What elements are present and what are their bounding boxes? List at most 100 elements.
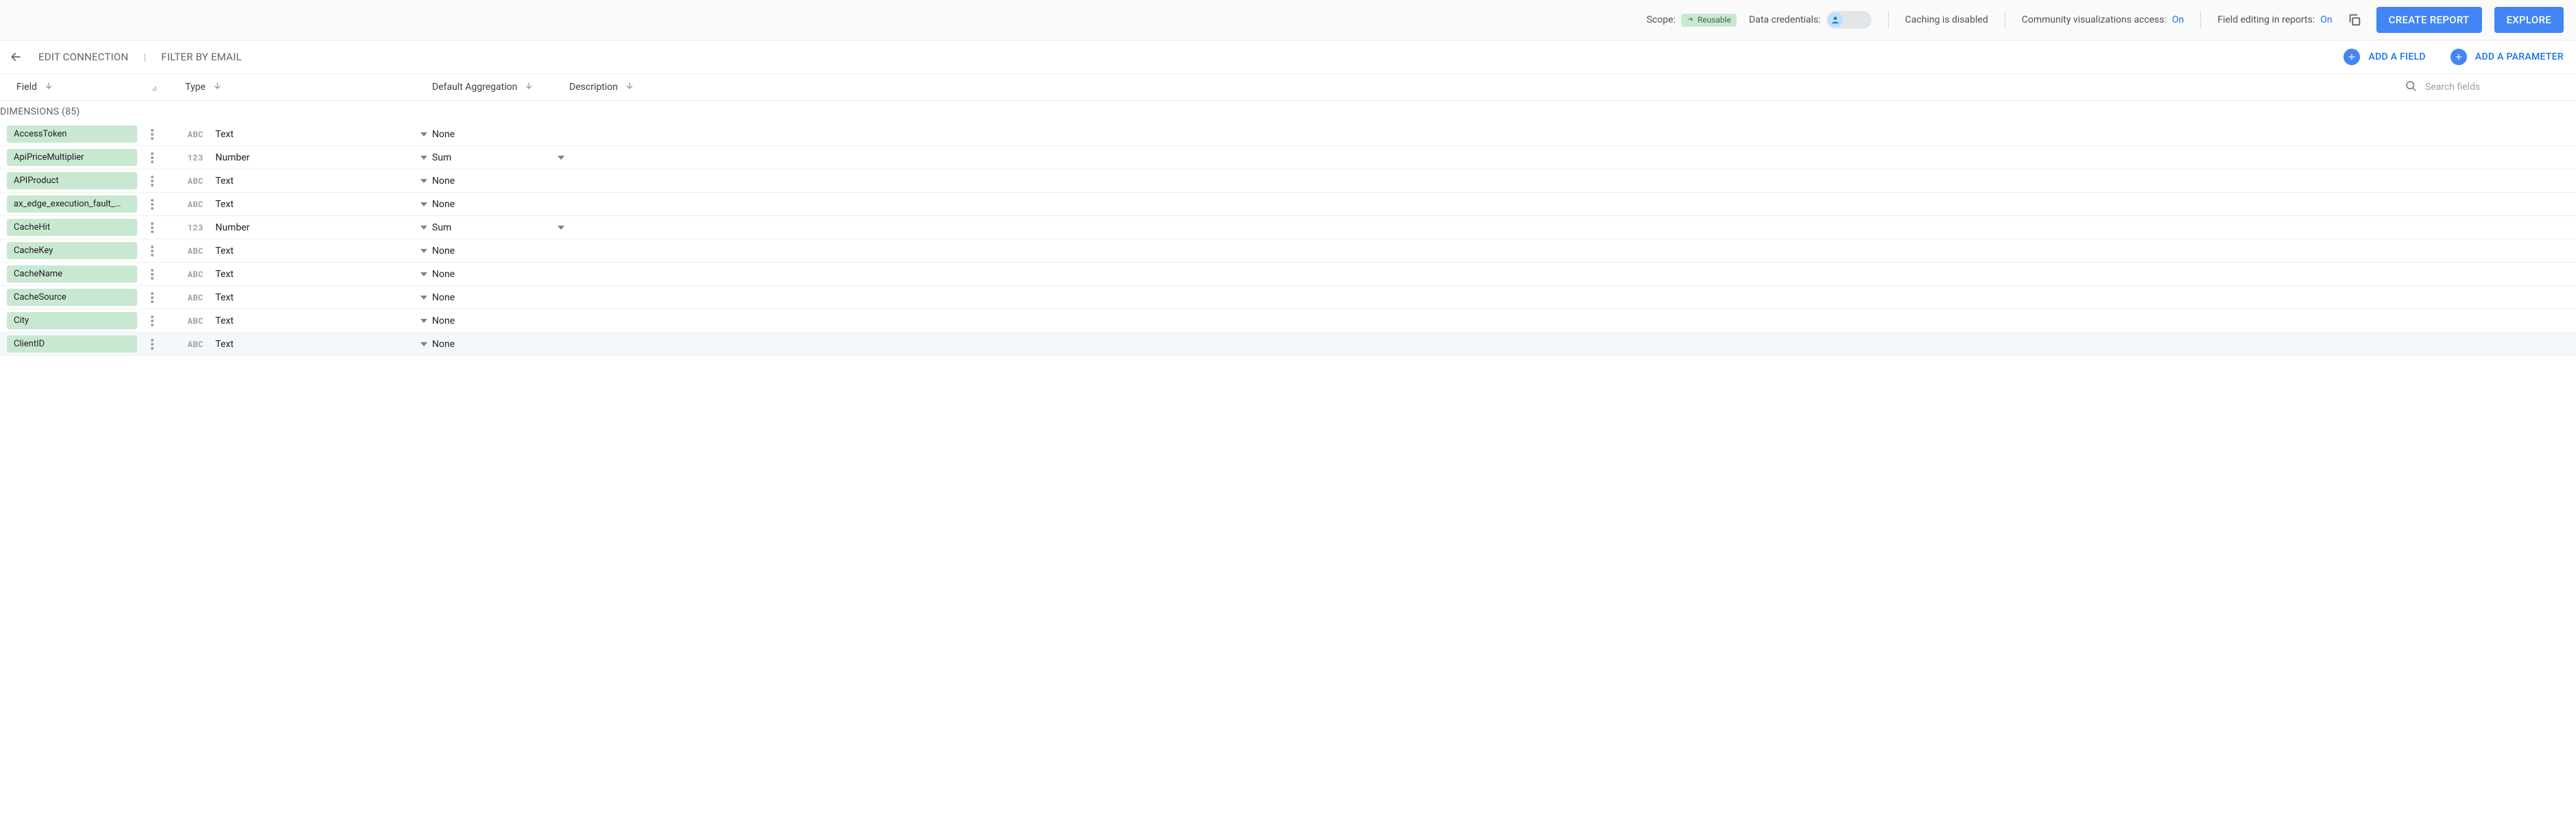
field-chip[interactable]: ClientID <box>7 335 137 353</box>
chevron-down-icon[interactable] <box>416 342 432 346</box>
type-label: Text <box>215 339 406 350</box>
table-row[interactable]: CacheName ABCTextNone <box>0 263 2576 286</box>
scope-chip[interactable]: Reusable <box>1681 14 1737 27</box>
field-cell: ClientID <box>0 335 185 353</box>
community-viz-segment: Community visualizations access: On <box>2022 14 2184 25</box>
plus-icon <box>2450 49 2467 65</box>
table-row[interactable]: ax_edge_execution_fault_… ABCTextNone <box>0 193 2576 216</box>
field-cell: City <box>0 312 185 329</box>
table-row[interactable]: ClientID ABCTextNone <box>0 333 2576 356</box>
chevron-down-icon[interactable] <box>553 156 569 160</box>
table-row[interactable]: CacheSource ABCTextNone <box>0 286 2576 309</box>
sort-arrow-icon <box>524 81 534 93</box>
type-cell[interactable]: ABCText <box>185 315 432 326</box>
table-row[interactable]: ApiPriceMultiplier 123NumberSum <box>0 146 2576 169</box>
add-parameter-button[interactable]: ADD A PARAMETER <box>2450 49 2564 65</box>
explore-button[interactable]: EXPLORE <box>2494 7 2564 33</box>
more-options-icon[interactable] <box>147 315 158 326</box>
back-button[interactable] <box>8 49 23 64</box>
more-options-icon[interactable] <box>147 152 158 163</box>
table-row[interactable]: APIProduct ABCTextNone <box>0 169 2576 193</box>
create-report-button[interactable]: CREATE REPORT <box>2376 7 2482 33</box>
field-cell: AccessToken <box>0 126 185 143</box>
more-options-icon[interactable] <box>147 292 158 303</box>
aggregation-cell[interactable]: None <box>432 315 569 326</box>
more-options-icon[interactable] <box>147 246 158 257</box>
more-options-icon[interactable] <box>147 269 158 280</box>
search-input[interactable] <box>2425 82 2521 93</box>
column-header-field[interactable]: Field <box>0 81 185 93</box>
more-options-icon[interactable] <box>147 129 158 140</box>
table-row[interactable]: City ABCTextNone <box>0 309 2576 333</box>
chevron-down-icon[interactable] <box>416 156 432 160</box>
community-viz-value[interactable]: On <box>2172 14 2184 25</box>
type-label: Number <box>215 152 406 163</box>
chevron-down-icon[interactable] <box>416 249 432 253</box>
aggregation-cell[interactable]: None <box>432 176 569 187</box>
type-cell[interactable]: ABCText <box>185 176 432 187</box>
aggregation-label: None <box>432 339 569 350</box>
type-cell[interactable]: ABCText <box>185 199 432 210</box>
data-credentials-toggle[interactable] <box>1826 11 1872 29</box>
aggregation-cell[interactable]: None <box>432 292 569 303</box>
field-chip[interactable]: APIProduct <box>7 172 137 189</box>
more-options-icon[interactable] <box>147 339 158 350</box>
aggregation-cell[interactable]: None <box>432 246 569 257</box>
table-row[interactable]: CacheKey ABCTextNone <box>0 239 2576 263</box>
table-row[interactable]: CacheHit 123NumberSum <box>0 216 2576 239</box>
aggregation-cell[interactable]: Sum <box>432 152 569 163</box>
field-chip[interactable]: CacheHit <box>7 219 137 236</box>
type-cell[interactable]: 123Number <box>185 152 432 163</box>
filter-by-email-crumb[interactable]: FILTER BY EMAIL <box>161 51 241 63</box>
fields-table-body: AccessTokenABCTextNoneApiPriceMultiplier… <box>0 123 2576 356</box>
field-chip[interactable]: CacheKey <box>7 242 137 259</box>
chevron-down-icon[interactable] <box>416 226 432 230</box>
search-fields[interactable] <box>2405 80 2521 95</box>
aggregation-label: None <box>432 269 569 280</box>
edit-connection-crumb[interactable]: EDIT CONNECTION <box>38 51 128 63</box>
chevron-down-icon[interactable] <box>416 132 432 136</box>
field-chip[interactable]: ApiPriceMultiplier <box>7 149 137 166</box>
type-cell[interactable]: ABCText <box>185 246 432 257</box>
aggregation-cell[interactable]: None <box>432 199 569 210</box>
table-row[interactable]: AccessToken ABCTextNone <box>0 123 2576 146</box>
more-options-icon[interactable] <box>147 199 158 210</box>
more-options-icon[interactable] <box>147 176 158 187</box>
more-options-icon[interactable] <box>147 222 158 233</box>
resize-handle-icon[interactable] <box>151 84 158 95</box>
column-header-description[interactable]: Description <box>569 81 782 93</box>
chevron-down-icon[interactable] <box>553 226 569 230</box>
type-cell[interactable]: ABCText <box>185 129 432 140</box>
add-field-button[interactable]: ADD A FIELD <box>2344 49 2425 65</box>
column-header-type[interactable]: Type <box>185 81 432 93</box>
type-cell[interactable]: ABCText <box>185 339 432 350</box>
field-chip[interactable]: CacheName <box>7 265 137 283</box>
field-chip[interactable]: AccessToken <box>7 126 137 143</box>
column-header-row: Field Type Default Aggregation Descripti… <box>0 73 2576 101</box>
type-cell[interactable]: ABCText <box>185 269 432 280</box>
column-header-agg-label: Default Aggregation <box>432 82 517 93</box>
chevron-down-icon[interactable] <box>416 202 432 206</box>
aggregation-label: None <box>432 176 569 187</box>
field-chip[interactable]: CacheSource <box>7 289 137 306</box>
field-chip[interactable]: ax_edge_execution_fault_… <box>7 195 137 213</box>
type-cell[interactable]: ABCText <box>185 292 432 303</box>
aggregation-cell[interactable]: None <box>432 129 569 140</box>
aggregation-label: None <box>432 246 569 257</box>
aggregation-cell[interactable]: Sum <box>432 222 569 233</box>
chevron-down-icon[interactable] <box>416 296 432 300</box>
chevron-down-icon[interactable] <box>416 319 432 323</box>
chevron-down-icon[interactable] <box>416 272 432 276</box>
aggregation-cell[interactable]: None <box>432 269 569 280</box>
aggregation-cell[interactable]: None <box>432 339 569 350</box>
type-cell[interactable]: 123Number <box>185 222 432 233</box>
field-editing-value[interactable]: On <box>2320 14 2332 25</box>
column-header-field-label: Field <box>16 82 37 93</box>
field-chip[interactable]: City <box>7 312 137 329</box>
copy-button[interactable] <box>2345 10 2364 29</box>
type-label: Text <box>215 269 406 280</box>
chevron-down-icon[interactable] <box>416 179 432 183</box>
column-header-aggregation[interactable]: Default Aggregation <box>432 81 569 93</box>
column-header-desc-label: Description <box>569 82 618 93</box>
type-label: Text <box>215 292 406 303</box>
